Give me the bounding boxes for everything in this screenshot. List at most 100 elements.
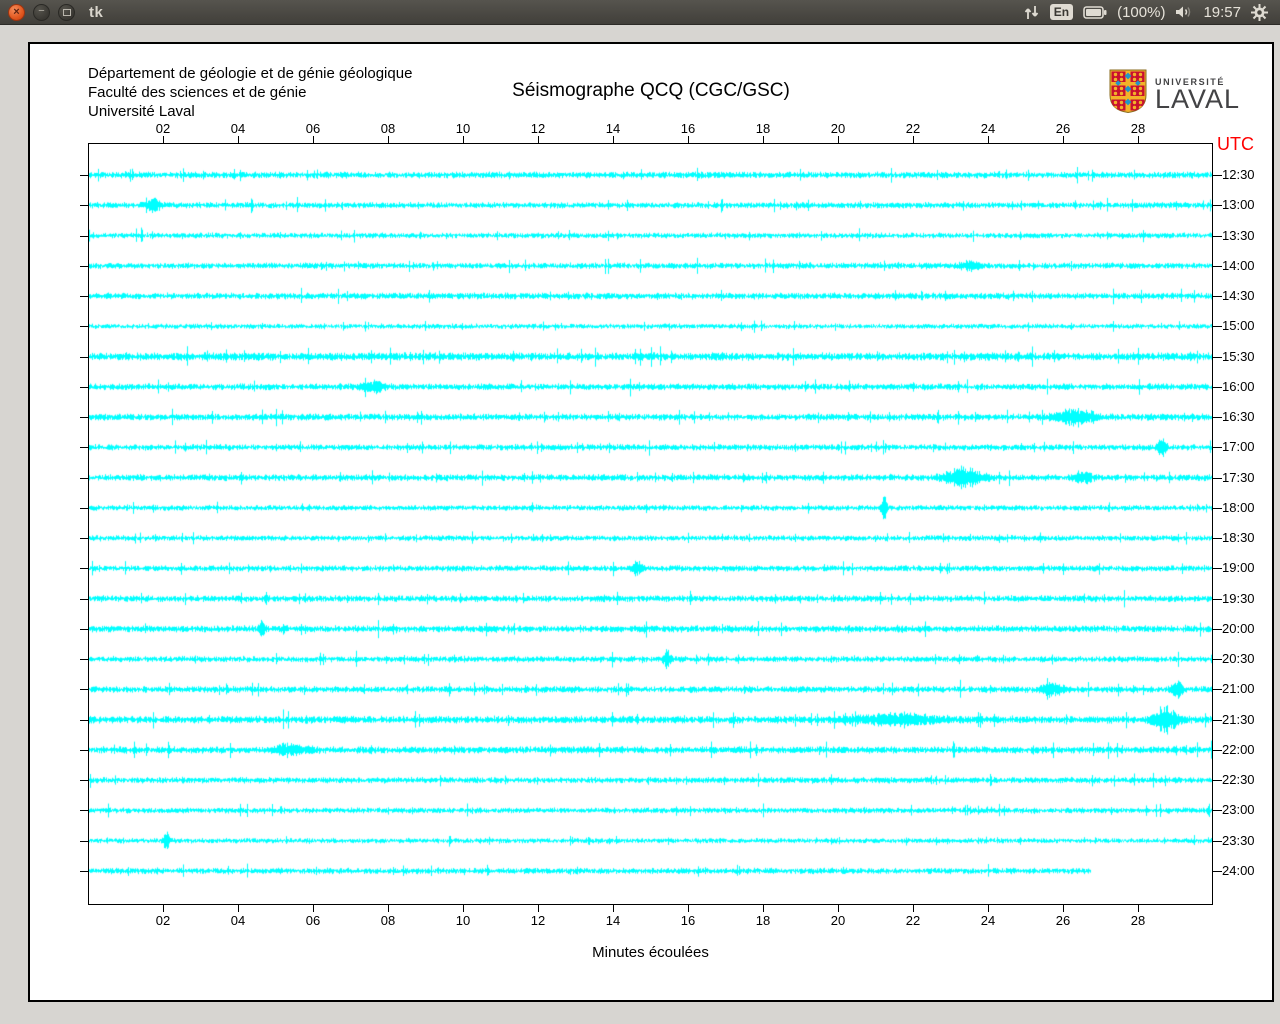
volume-icon[interactable] — [1175, 5, 1193, 19]
x-tick-top — [988, 136, 989, 143]
x-tick-bottom — [763, 905, 764, 912]
x-tick-bottom — [538, 905, 539, 912]
x-tick-bottom — [163, 905, 164, 912]
x-tick-top — [613, 136, 614, 143]
row-tick-left — [80, 447, 88, 449]
x-tick-label-top: 24 — [980, 121, 996, 136]
x-tick-label-bottom: 28 — [1130, 913, 1146, 928]
x-tick-label-top: 26 — [1055, 121, 1071, 136]
battery-percent-label[interactable]: (100%) — [1117, 4, 1165, 21]
plot-frame — [88, 143, 1213, 905]
row-tick-left — [80, 326, 88, 328]
row-utc-label: 18:00 — [1222, 499, 1255, 515]
row-utc-label: 19:00 — [1222, 560, 1255, 576]
row-tick-right — [1213, 447, 1222, 449]
network-arrows-icon[interactable] — [1024, 5, 1040, 20]
row-tick-right — [1213, 598, 1222, 600]
close-button[interactable]: × — [8, 3, 25, 21]
x-tick-top — [388, 136, 389, 143]
row-utc-label: 21:00 — [1222, 681, 1255, 697]
row-utc-label: 22:30 — [1222, 772, 1255, 788]
x-tick-top — [1138, 136, 1139, 143]
x-tick-label-bottom: 20 — [830, 913, 846, 928]
row-utc-label: 24:00 — [1222, 862, 1255, 878]
maximize-button[interactable] — [58, 3, 75, 21]
x-tick-label-top: 18 — [755, 121, 771, 136]
maximize-icon — [62, 8, 71, 16]
row-utc-label: 13:00 — [1222, 197, 1255, 213]
x-tick-bottom — [838, 905, 839, 912]
x-tick-label-top: 06 — [305, 121, 321, 136]
x-tick-bottom — [1063, 905, 1064, 912]
x-tick-bottom — [238, 905, 239, 912]
x-tick-label-bottom: 08 — [380, 913, 396, 928]
x-tick-label-top: 22 — [905, 121, 921, 136]
clock[interactable]: 19:57 — [1203, 4, 1241, 21]
x-tick-label-top: 28 — [1130, 121, 1146, 136]
x-tick-label-top: 16 — [680, 121, 696, 136]
x-tick-label-bottom: 16 — [680, 913, 696, 928]
x-tick-label-bottom: 12 — [530, 913, 546, 928]
minimize-icon: − — [38, 4, 45, 17]
row-utc-label: 19:30 — [1222, 590, 1255, 606]
x-tick-label-bottom: 18 — [755, 913, 771, 928]
row-tick-left — [80, 598, 88, 600]
row-tick-right — [1213, 719, 1222, 721]
row-utc-label: 23:30 — [1222, 832, 1255, 848]
row-tick-left — [80, 628, 88, 630]
minimize-button[interactable]: − — [33, 3, 50, 21]
row-tick-right — [1213, 810, 1222, 812]
row-tick-left — [80, 296, 88, 298]
row-tick-right — [1213, 265, 1222, 267]
utc-axis-label: UTC — [1217, 134, 1254, 154]
x-tick-label-top: 04 — [230, 121, 246, 136]
x-tick-top — [463, 136, 464, 143]
row-tick-right — [1213, 689, 1222, 691]
x-tick-bottom — [388, 905, 389, 912]
row-tick-left — [80, 568, 88, 570]
row-utc-label: 23:00 — [1222, 802, 1255, 818]
row-tick-left — [80, 689, 88, 691]
row-utc-label: 13:30 — [1222, 227, 1255, 243]
x-tick-bottom — [913, 905, 914, 912]
row-tick-right — [1213, 780, 1222, 782]
x-tick-label-bottom: 26 — [1055, 913, 1071, 928]
x-tick-top — [538, 136, 539, 143]
window-title: tk — [89, 3, 104, 21]
row-tick-right — [1213, 477, 1222, 479]
x-tick-bottom — [988, 905, 989, 912]
row-tick-left — [80, 417, 88, 419]
row-tick-left — [80, 265, 88, 267]
row-utc-label: 12:30 — [1222, 167, 1255, 182]
row-tick-left — [80, 840, 88, 842]
row-tick-right — [1213, 507, 1222, 509]
x-tick-label-top: 12 — [530, 121, 546, 136]
window-controls: × − — [0, 3, 75, 21]
x-tick-bottom — [463, 905, 464, 912]
x-tick-top — [763, 136, 764, 143]
row-tick-left — [80, 477, 88, 479]
laval-logo-line2: LAVAL — [1155, 83, 1241, 114]
settings-gear-icon[interactable] — [1251, 3, 1268, 21]
x-tick-label-top: 14 — [605, 121, 621, 136]
x-tick-top — [1063, 136, 1064, 143]
keyboard-layout-indicator[interactable]: En — [1049, 4, 1074, 20]
x-tick-top — [238, 136, 239, 143]
x-tick-bottom — [313, 905, 314, 912]
row-tick-right — [1213, 356, 1222, 358]
row-tick-left — [80, 719, 88, 721]
x-tick-top — [313, 136, 314, 143]
top-panel: × − tk En (100%) 19:57 — [0, 0, 1280, 25]
institution-line-3: Université Laval — [88, 103, 195, 120]
row-tick-right — [1213, 659, 1222, 661]
row-utc-label: 21:30 — [1222, 711, 1255, 727]
row-utc-label: 20:30 — [1222, 651, 1255, 667]
battery-icon[interactable] — [1083, 5, 1107, 19]
row-tick-left — [80, 538, 88, 540]
x-tick-top — [163, 136, 164, 143]
laval-shield-icon — [1108, 68, 1148, 119]
x-tick-top — [913, 136, 914, 143]
row-utc-label: 22:00 — [1222, 741, 1255, 757]
row-tick-right — [1213, 386, 1222, 388]
x-tick-label-bottom: 10 — [455, 913, 471, 928]
